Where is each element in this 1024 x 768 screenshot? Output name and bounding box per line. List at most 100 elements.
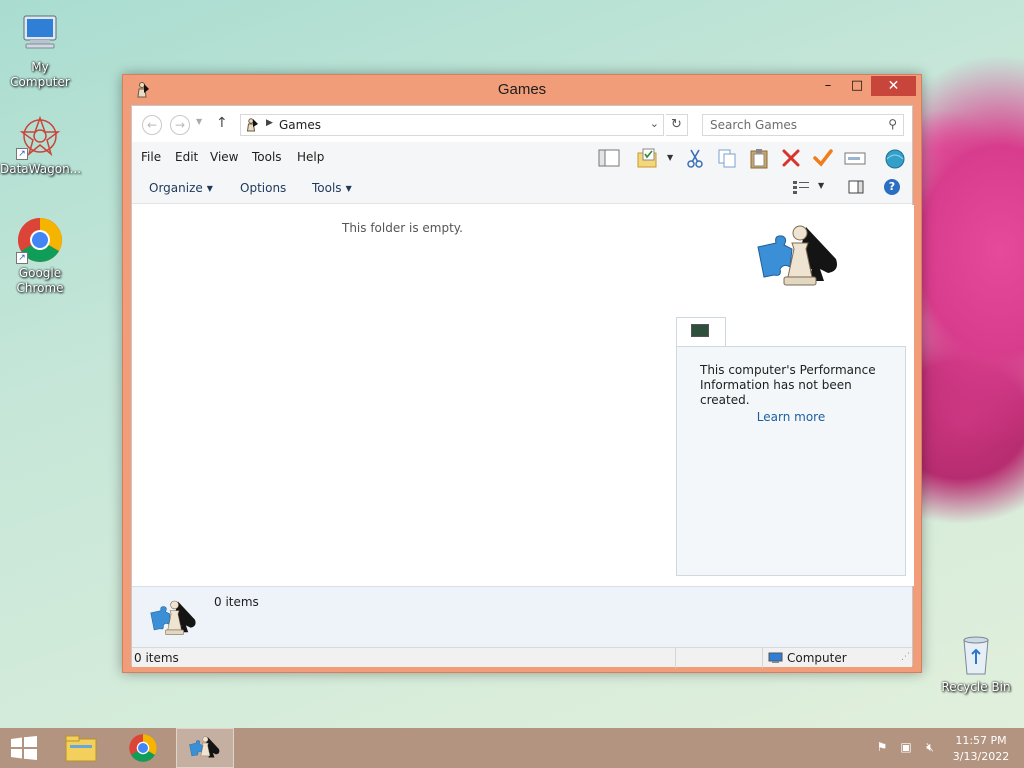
windows-logo-icon [11, 736, 37, 760]
clock-date: 3/13/2022 [952, 750, 1010, 763]
address-dropdown-icon[interactable]: ⌄ [650, 117, 659, 130]
games-large-icon [754, 219, 844, 293]
caret-down-icon: ▼ [206, 184, 213, 193]
globe-icon[interactable] [884, 147, 906, 169]
menu-bar: File Edit View Tools Help ▼ [132, 142, 912, 172]
status-location: Computer [787, 651, 847, 665]
status-bar: 0 items Computer ⋰ [132, 647, 912, 668]
caret-down-icon: ▼ [818, 181, 825, 190]
performance-panel: This computer's Performance Information … [676, 346, 906, 576]
breadcrumb-games[interactable]: Games [279, 118, 321, 132]
up-button[interactable]: ↑ [216, 115, 228, 131]
performance-tab[interactable] [676, 317, 726, 347]
desktop-icon-my-computer[interactable]: My Computer [0, 10, 80, 90]
resize-grip-icon[interactable]: ⋰ [901, 652, 910, 662]
games-icon [189, 736, 220, 758]
action-center-flag-icon[interactable]: ⚑ [874, 740, 890, 756]
status-item-count: 0 items [134, 651, 179, 665]
folder-check-icon[interactable] [636, 147, 658, 169]
address-bar[interactable]: ▶ Games ⌄ [240, 114, 664, 136]
minimize-button[interactable]: – [814, 76, 842, 96]
clock-time: 11:57 PM [955, 734, 1007, 747]
back-button[interactable]: ← [142, 115, 162, 135]
properties-check-icon[interactable] [812, 147, 834, 169]
status-divider [762, 648, 763, 668]
taskbar-file-explorer[interactable] [52, 728, 110, 768]
taskbar: ⚑ ▣ 🔇︎ 11:57 PM 3/13/2022 [0, 728, 1024, 768]
menu-edit[interactable]: Edit [175, 150, 198, 164]
datawagon-icon: ↗ [16, 112, 64, 160]
layout-pane-icon[interactable] [598, 147, 620, 169]
search-box: ⚲ [702, 114, 904, 136]
file-explorer-icon [65, 735, 97, 762]
computer-small-icon [768, 652, 783, 664]
copy-icon[interactable] [716, 147, 738, 169]
desktop-icon-label: Google Chrome [16, 266, 64, 295]
desktop-icon-label: Recycle Bin [941, 680, 1011, 694]
recycle-bin-icon [952, 630, 1000, 678]
maximize-button[interactable]: □ [843, 76, 871, 96]
taskbar-games[interactable] [176, 728, 234, 768]
chrome-icon: ↗ [16, 216, 64, 264]
caret-down-icon: ▼ [345, 184, 352, 193]
organize-label: Organize [149, 181, 203, 195]
help-icon: ? [888, 180, 896, 193]
recent-locations-dropdown[interactable]: ▼ [196, 117, 202, 126]
preview-pane-icon [848, 180, 864, 194]
details-item-count: 0 items [214, 595, 259, 609]
view-list-icon [793, 181, 809, 194]
start-button[interactable] [10, 736, 38, 760]
file-list-area[interactable]: This folder is empty. This computer's Pe… [132, 205, 914, 586]
help-button[interactable]: ? [884, 179, 900, 195]
games-folder-icon [244, 117, 260, 133]
organize-button[interactable]: Organize ▼ [149, 181, 213, 195]
title-bar[interactable]: Games – □ ✕ [123, 75, 921, 105]
address-row: ← → ▼ ↑ ▶ Games ⌄ ↻ ⚲ [132, 106, 912, 142]
forward-button[interactable]: → [170, 115, 190, 135]
search-input[interactable] [703, 115, 873, 135]
status-divider [675, 648, 676, 668]
taskbar-clock[interactable]: 11:57 PM 3/13/2022 [946, 733, 1016, 765]
refresh-icon: ↻ [671, 117, 682, 132]
chrome-icon [129, 734, 157, 762]
menu-view[interactable]: View [210, 150, 238, 164]
network-icon[interactable]: ▣ [898, 740, 914, 756]
empty-folder-message: This folder is empty. [342, 221, 463, 235]
desktop-icon-label: DataWagon... [0, 162, 82, 176]
options-button[interactable]: Options [240, 181, 286, 195]
refresh-button[interactable]: ↻ [666, 114, 688, 136]
window-title: Games [497, 81, 547, 98]
monitor-icon [691, 324, 709, 337]
volume-muted-icon[interactable]: 🔇︎ [922, 740, 938, 756]
menu-tools[interactable]: Tools [252, 150, 282, 164]
command-bar: Organize ▼ Options Tools ▼ ▼ ? [132, 172, 912, 204]
learn-more-link[interactable]: Learn more [677, 410, 905, 424]
desktop-icon-label: My Computer [10, 60, 70, 89]
close-button[interactable]: ✕ [871, 76, 916, 96]
menu-file[interactable]: File [141, 150, 161, 164]
details-pane: 0 items [132, 586, 912, 647]
folder-options-dropdown-icon[interactable]: ▼ [667, 153, 673, 162]
games-window: Games – □ ✕ ← → ▼ ↑ ▶ Games ⌄ ↻ Search G… [122, 74, 922, 673]
desktop-icon-recycle-bin[interactable]: Recycle Bin [936, 630, 1016, 695]
rename-icon[interactable] [844, 147, 866, 169]
paste-icon[interactable] [748, 147, 770, 169]
shortcut-arrow-icon: ↗ [16, 252, 28, 264]
desktop-icon-google-chrome[interactable]: ↗ Google Chrome [0, 216, 80, 296]
forward-arrow-icon: → [174, 118, 186, 132]
explorer-client: ← → ▼ ↑ ▶ Games ⌄ ↻ ⚲ [131, 105, 914, 668]
change-view-button[interactable]: ▼ [792, 180, 832, 196]
menu-help[interactable]: Help [297, 150, 324, 164]
cut-icon[interactable] [684, 147, 706, 169]
back-arrow-icon: ← [146, 118, 158, 132]
shortcut-arrow-icon: ↗ [16, 148, 28, 160]
desktop-icon-datawagon[interactable]: ↗ DataWagon... [0, 112, 82, 177]
taskbar-chrome[interactable] [114, 728, 172, 768]
computer-icon [16, 10, 64, 58]
breadcrumb-separator-icon[interactable]: ▶ [266, 118, 273, 128]
tools-button[interactable]: Tools ▼ [312, 181, 352, 195]
performance-message: This computer's Performance Information … [700, 363, 876, 407]
preview-pane-button[interactable] [848, 180, 864, 197]
delete-icon[interactable] [780, 147, 802, 169]
search-icon[interactable]: ⚲ [888, 117, 897, 131]
